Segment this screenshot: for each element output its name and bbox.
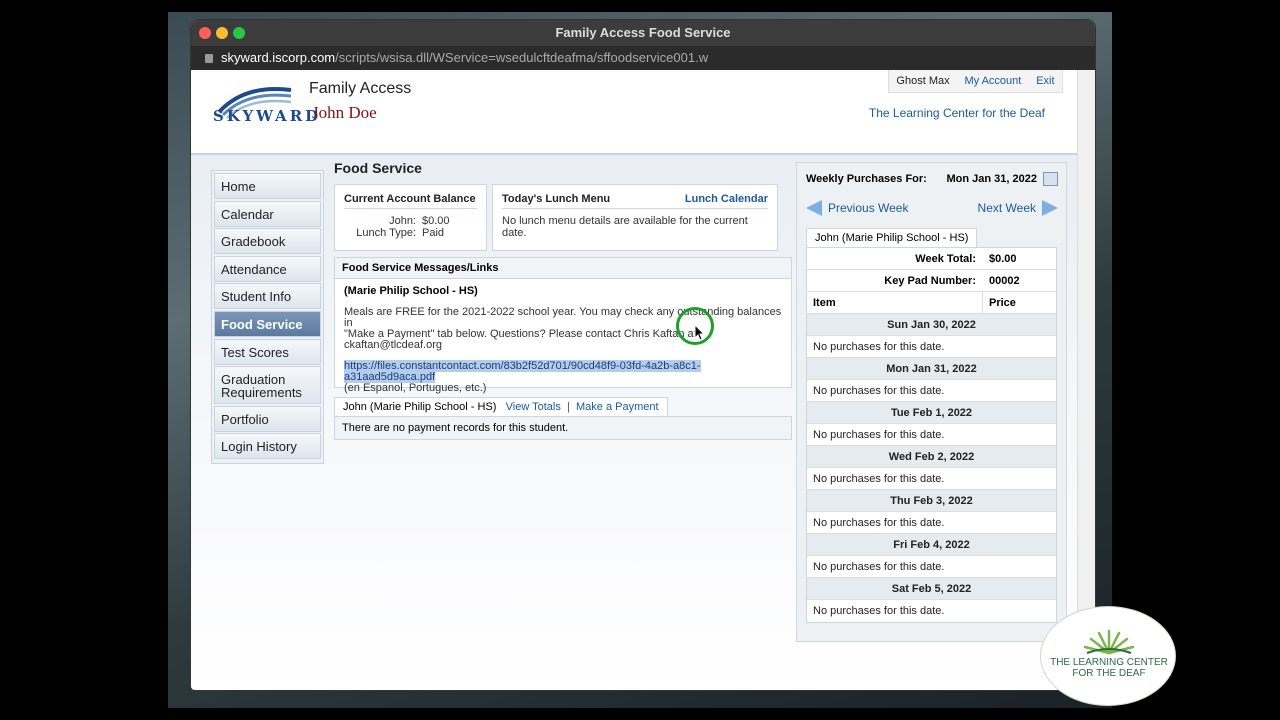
nav-portfolio[interactable]: Portfolio [214, 405, 321, 432]
keypad-value: 00002 [989, 275, 1020, 287]
page-title: Food Service [334, 160, 422, 176]
week-total-row: Week Total: $0.00 [807, 248, 1056, 270]
page-content: SKYWARD Family Access John Doe Ghost Max… [191, 70, 1095, 690]
next-week-label: Next Week [977, 201, 1036, 215]
messages-school: (Marie Philip School - HS) [344, 285, 478, 297]
tab-separator: | [567, 401, 570, 413]
weekly-student-tab[interactable]: John (Marie Philip School - HS) [806, 228, 978, 247]
lunch-type-value: Paid [422, 227, 445, 239]
nav-calendar[interactable]: Calendar [214, 200, 321, 227]
previous-week-label: Previous Week [828, 201, 909, 215]
language-note: (en Espanol, Portugues, etc.) [344, 382, 487, 394]
tlcd-watermark-logo: THE LEARNING CENTER FOR THE DEAF [1040, 606, 1176, 706]
weekly-table: Week Total: $0.00 Key Pad Number: 00002 … [806, 247, 1057, 623]
address-bar[interactable]: skyward.iscorp.com/scripts/wsisa.dll/WSe… [191, 46, 1095, 70]
weekly-heading: Weekly Purchases For: [806, 173, 927, 185]
sidebar-nav: Home Calendar Gradebook Attendance Stude… [211, 170, 324, 464]
weekly-purchases-panel: Weekly Purchases For: Mon Jan 31, 2022 P… [796, 162, 1067, 642]
nav-home[interactable]: Home [214, 173, 321, 199]
messages-line-2: "Make a Payment" tab below. Questions? P… [344, 328, 697, 351]
make-payment-link[interactable]: Make a Payment [576, 401, 659, 413]
day-header: Fri Feb 4, 2022 [807, 534, 1056, 556]
main-content: Food Service Current Account Balance Joh… [334, 160, 792, 440]
day-note: No purchases for this date. [807, 600, 1056, 622]
messages-box: Food Service Messages/Links (Marie Phili… [334, 257, 792, 414]
app-name: Family Access [309, 80, 412, 97]
payments-tab[interactable]: John (Marie Philip School - HS) View Tot… [334, 397, 668, 416]
lunch-type-label: Lunch Type: [356, 227, 416, 239]
day-header: Tue Feb 1, 2022 [807, 402, 1056, 424]
day-header: Mon Jan 31, 2022 [807, 358, 1056, 380]
day-note: No purchases for this date. [807, 424, 1056, 446]
account-balance-heading: Current Account Balance [344, 193, 477, 209]
watermark-line-1: THE LEARNING CENTER [1050, 657, 1168, 668]
column-price: Price [989, 297, 1016, 309]
lock-icon [205, 54, 213, 63]
zoom-window-button[interactable] [233, 27, 245, 39]
mouse-cursor-icon [694, 324, 706, 341]
keypad-label: Key Pad Number: [884, 275, 976, 287]
watermark-line-2: FOR THE DEAF [1072, 668, 1146, 679]
ghost-user: Ghost Max [896, 75, 950, 87]
balance-value: $0.00 [422, 215, 450, 227]
day-header: Wed Feb 2, 2022 [807, 446, 1056, 468]
url-host: skyward.iscorp.com [221, 50, 336, 65]
student-name: John Doe [312, 103, 377, 122]
week-total-value: $0.00 [989, 253, 1017, 265]
next-week-link[interactable]: Next Week [978, 200, 1058, 216]
nav-graduation-requirements[interactable]: Graduation Requirements [214, 366, 321, 405]
title-bar: Family Access Food Service [191, 20, 1095, 46]
page-scrollbar[interactable] [1077, 70, 1095, 690]
payments-section: John (Marie Philip School - HS) View Tot… [334, 397, 792, 440]
school-name-link[interactable]: The Learning Center for the Deaf [869, 106, 1045, 120]
messages-heading: Food Service Messages/Links [335, 258, 791, 279]
lunch-menu-header: Today's Lunch Menu Lunch Calendar [502, 193, 768, 209]
calendar-icon[interactable] [1043, 172, 1058, 186]
exit-link[interactable]: Exit [1036, 75, 1054, 87]
day-header: Thu Feb 3, 2022 [807, 490, 1056, 512]
minimize-window-button[interactable] [216, 27, 228, 39]
day-header: Sat Feb 5, 2022 [807, 578, 1056, 600]
day-note: No purchases for this date. [807, 468, 1056, 490]
top-links: Ghost Max My Account Exit [888, 70, 1063, 93]
column-header-row: Item Price [807, 292, 1056, 314]
nav-gradebook[interactable]: Gradebook [214, 228, 321, 255]
day-note: No purchases for this date. [807, 556, 1056, 578]
payments-student-tab: John (Marie Philip School - HS) [343, 401, 497, 413]
lunch-menu-heading: Today's Lunch Menu [502, 193, 611, 205]
weekly-date: Mon Jan 31, 2022 [946, 173, 1038, 185]
day-note: No purchases for this date. [807, 336, 1056, 358]
day-note: No purchases for this date. [807, 380, 1056, 402]
view-totals-link[interactable]: View Totals [506, 401, 561, 413]
logo-text: SKYWARD [213, 107, 322, 125]
column-item: Item [813, 297, 836, 309]
lunch-menu-message: No lunch menu details are available for … [502, 215, 748, 239]
messages-line-1: Meals are FREE for the 2021-2022 school … [344, 306, 782, 329]
book-leaf-icon [1083, 629, 1135, 655]
week-total-label: Week Total: [915, 253, 976, 265]
my-account-link[interactable]: My Account [964, 75, 1021, 87]
day-note: No purchases for this date. [807, 512, 1056, 534]
nav-food-service[interactable]: Food Service [214, 310, 321, 337]
nav-login-history[interactable]: Login History [214, 433, 321, 460]
url-path: /scripts/wsisa.dll/WService=wsedulcftdea… [335, 50, 709, 65]
lunch-menu-box: Today's Lunch Menu Lunch Calendar No lun… [492, 184, 778, 251]
browser-window: Family Access Food Service skyward.iscor… [191, 20, 1095, 690]
previous-week-link[interactable]: Previous Week [806, 200, 908, 216]
page-header: SKYWARD Family Access John Doe Ghost Max… [191, 70, 1077, 155]
balance-label: John: [389, 215, 416, 227]
close-window-button[interactable] [199, 27, 211, 39]
arrow-left-icon [806, 200, 822, 216]
payments-empty-message: There are no payment records for this st… [334, 416, 792, 440]
lunch-calendar-link[interactable]: Lunch Calendar [685, 193, 768, 205]
day-header: Sun Jan 30, 2022 [807, 314, 1056, 336]
nav-test-scores[interactable]: Test Scores [214, 338, 321, 365]
pdf-link[interactable]: https://files.constantcontact.com/83b2f5… [344, 360, 701, 383]
arrow-right-icon [1042, 200, 1058, 216]
window-title: Family Access Food Service [555, 25, 731, 40]
account-balance-box: Current Account Balance John: $0.00 Lunc… [334, 184, 487, 251]
nav-attendance[interactable]: Attendance [214, 255, 321, 282]
nav-student-info[interactable]: Student Info [214, 283, 321, 310]
keypad-row: Key Pad Number: 00002 [807, 270, 1056, 292]
